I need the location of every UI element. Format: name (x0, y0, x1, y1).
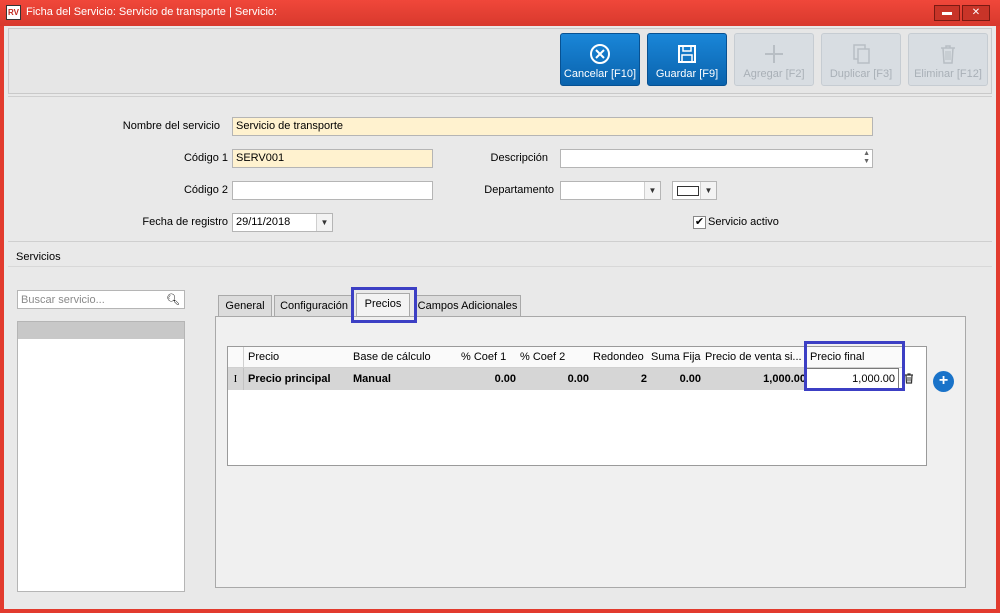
title-bar[interactable]: RV Ficha del Servicio: Servicio de trans… (0, 0, 1000, 26)
registration-date-value: 29/11/2018 (236, 216, 291, 228)
cancel-button-label: Cancelar [F10] (563, 68, 637, 80)
column-header-coef2[interactable]: % Coef 2 (516, 347, 590, 368)
column-header-base[interactable]: Base de cálculo (349, 347, 458, 368)
cell-precio-venta[interactable]: 1,000.00 (701, 368, 811, 390)
save-button[interactable]: Guardar [F9] (647, 33, 727, 86)
service-list-header (18, 322, 184, 339)
save-button-label: Guardar [F9] (655, 68, 719, 80)
search-placeholder: Buscar servicio... (21, 294, 105, 306)
service-search-input[interactable]: Buscar servicio... 🔍︎ (17, 290, 185, 309)
delete-button[interactable]: Eliminar [F12] (908, 33, 988, 86)
floppy-disk-icon (678, 45, 696, 63)
code2-label: Código 2 (183, 184, 228, 196)
close-button[interactable]: ✕ (962, 5, 990, 21)
column-header-redondeo[interactable]: Redondeo (589, 347, 648, 368)
tab-general[interactable]: General (218, 295, 272, 316)
copy-icon (853, 44, 870, 64)
code1-label: Código 1 (183, 152, 228, 164)
department-label: Departamento (484, 184, 554, 196)
chevron-down-icon: ▼ (644, 182, 660, 199)
cell-precio[interactable]: Precio principal (244, 368, 354, 390)
code2-field[interactable] (232, 181, 433, 200)
active-checkbox[interactable]: ✔ (693, 216, 706, 229)
plus-icon (765, 45, 783, 63)
trash-icon (905, 373, 913, 384)
window-title: Ficha del Servicio: Servicio de transpor… (26, 6, 278, 18)
spin-arrows-icon[interactable]: ▲ ▼ (863, 150, 870, 166)
window-client-area: Cancelar [F10] Guardar [F9] Agregar [F2]… (4, 26, 996, 609)
duplicate-button-label: Duplicar [F3] (829, 68, 893, 80)
trash-icon (941, 45, 955, 64)
chevron-down-icon: ▼ (700, 182, 716, 199)
color-swatch (677, 186, 699, 196)
tab-campos-adicionales[interactable]: Campos Adicionales (414, 295, 521, 316)
service-name-field[interactable]: Servicio de transporte (232, 117, 873, 136)
service-list[interactable] (17, 321, 185, 592)
highlight-box-precios-tab (351, 287, 417, 323)
close-icon: ✕ (971, 7, 981, 18)
highlight-box-precio-final (804, 341, 905, 391)
service-name-label: Nombre del servicio (122, 120, 220, 132)
grid-indicator-header (228, 347, 244, 368)
tab-configuracion[interactable]: Configuración (274, 295, 354, 316)
divider (8, 241, 992, 242)
calendar-dropdown-icon[interactable]: ▼ (316, 214, 332, 231)
add-button[interactable]: Agregar [F2] (734, 33, 814, 86)
active-checkbox-label: Servicio activo (708, 216, 779, 228)
cell-coef2[interactable]: 0.00 (516, 368, 594, 390)
cell-coef1[interactable]: 0.00 (457, 368, 521, 390)
row-indicator-icon: I (228, 368, 244, 390)
color-select[interactable]: ▼ (672, 181, 717, 200)
search-icon[interactable]: 🔍︎ (166, 293, 180, 306)
description-field[interactable]: ▲ ▼ (560, 149, 873, 168)
divider (8, 266, 992, 267)
column-header-coef1[interactable]: % Coef 1 (457, 347, 517, 368)
toolbar: Cancelar [F10] Guardar [F9] Agregar [F2]… (8, 28, 992, 94)
cancel-button[interactable]: Cancelar [F10] (560, 33, 640, 86)
add-price-button[interactable]: + (933, 371, 954, 392)
app-logo-icon: RV (6, 5, 21, 20)
registration-date-field[interactable]: 29/11/2018 ▼ (232, 213, 333, 232)
cell-base[interactable]: Manual (349, 368, 462, 390)
delete-button-label: Eliminar [F12] (914, 68, 982, 80)
minimize-button[interactable]: ▬ (934, 5, 960, 21)
column-header-suma-fija[interactable]: Suma Fija (647, 347, 702, 368)
checkmark-icon: ✔ (694, 216, 705, 228)
registration-date-label: Fecha de registro (142, 216, 228, 228)
cell-redondeo[interactable]: 2 (589, 368, 652, 390)
services-section-title: Servicios (16, 251, 61, 263)
duplicate-button[interactable]: Duplicar [F3] (821, 33, 901, 86)
code1-field[interactable]: SERV001 (232, 149, 433, 168)
column-header-precio[interactable]: Precio (244, 347, 350, 368)
description-label: Descripción (490, 152, 548, 164)
add-button-label: Agregar [F2] (743, 68, 805, 80)
divider (8, 96, 992, 97)
cancel-circle-icon (590, 44, 610, 64)
column-header-precio-venta[interactable]: Precio de venta si... (701, 347, 807, 368)
minimize-icon: ▬ (942, 7, 952, 18)
department-select[interactable]: ▼ (560, 181, 661, 200)
cell-suma-fija[interactable]: 0.00 (647, 368, 706, 390)
plus-icon: + (938, 372, 949, 389)
